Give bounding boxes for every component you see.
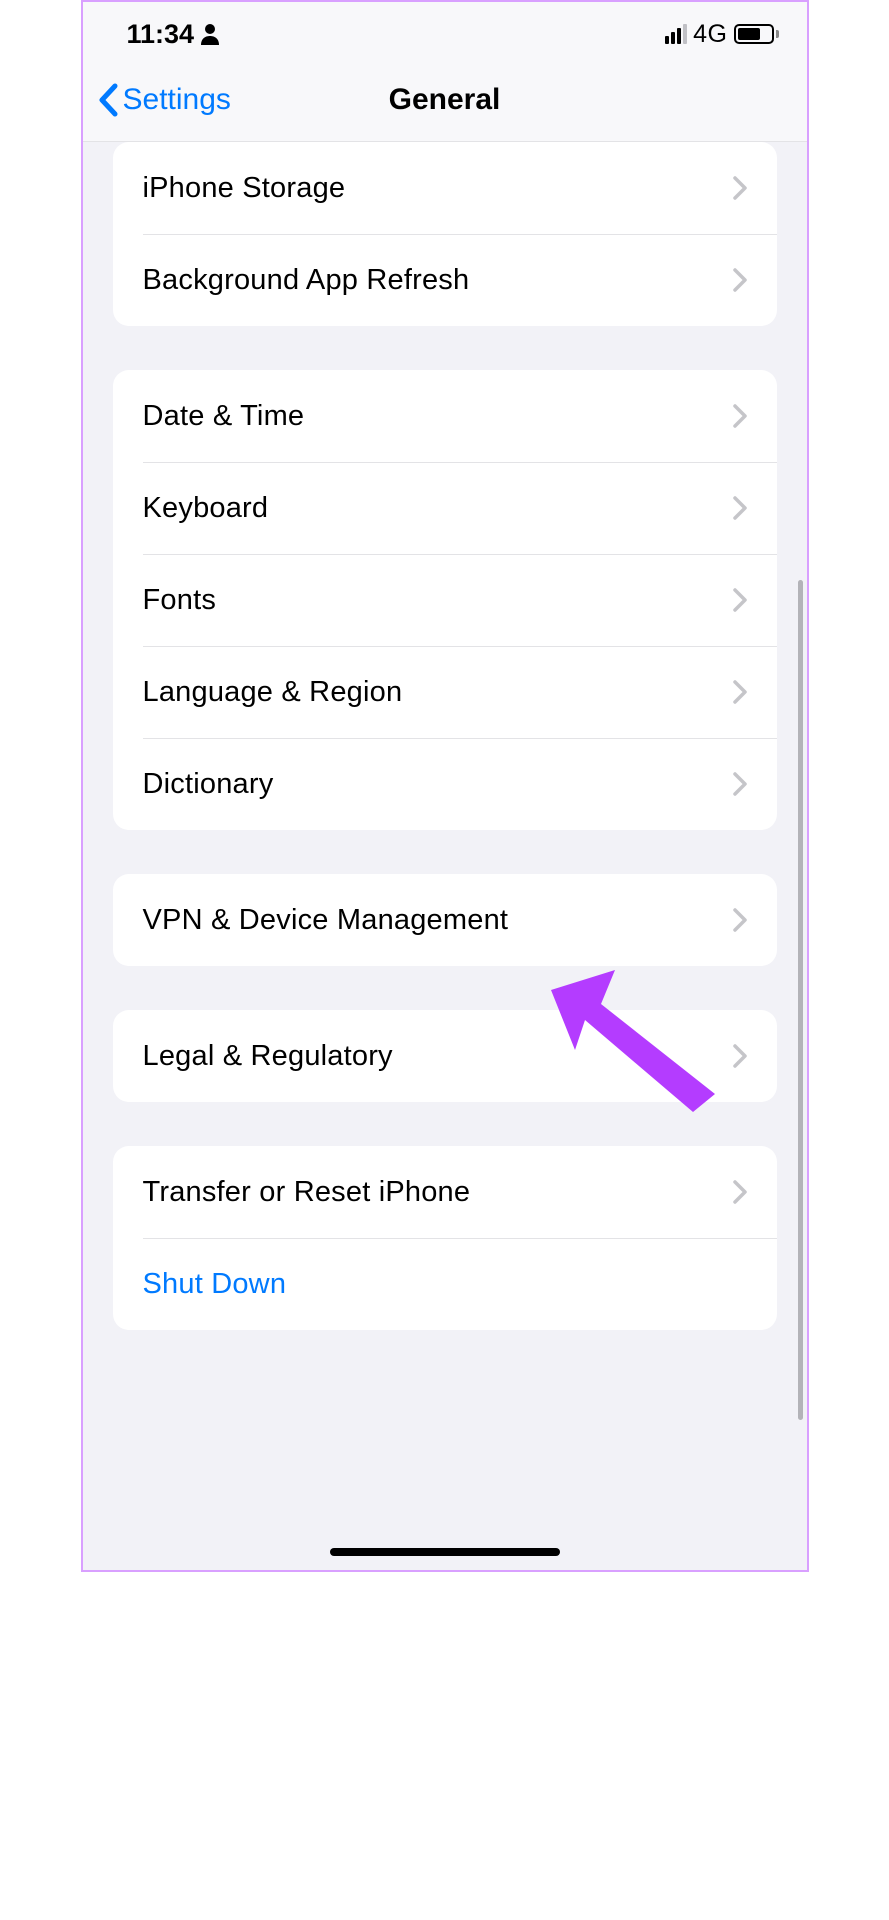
status-bar: 11:34 4G	[83, 2, 807, 58]
row-date-time[interactable]: Date & Time	[113, 370, 777, 462]
chevron-left-icon	[97, 83, 119, 117]
row-label: Dictionary	[143, 768, 274, 801]
row-label: iPhone Storage	[143, 172, 346, 205]
row-label: Background App Refresh	[143, 264, 470, 297]
chevron-right-icon	[733, 496, 747, 520]
settings-group: VPN & Device Management	[113, 874, 777, 966]
row-label: Keyboard	[143, 492, 269, 525]
nav-bar: Settings General	[83, 58, 807, 142]
row-dictionary[interactable]: Dictionary	[113, 738, 777, 830]
row-label: Date & Time	[143, 400, 305, 433]
status-time: 11:34	[127, 19, 195, 50]
back-label: Settings	[123, 83, 231, 117]
page-title: General	[389, 83, 501, 117]
row-iphone-storage[interactable]: iPhone Storage	[113, 142, 777, 234]
chevron-right-icon	[733, 1180, 747, 1204]
row-label: Language & Region	[143, 676, 403, 709]
row-label: Shut Down	[143, 1268, 287, 1301]
row-language-region[interactable]: Language & Region	[113, 646, 777, 738]
row-fonts[interactable]: Fonts	[113, 554, 777, 646]
chevron-right-icon	[733, 908, 747, 932]
chevron-right-icon	[733, 680, 747, 704]
status-left: 11:34	[127, 19, 221, 50]
device-frame: 11:34 4G	[81, 0, 809, 1572]
battery-icon	[734, 24, 779, 44]
row-transfer-reset-iphone[interactable]: Transfer or Reset iPhone	[113, 1146, 777, 1238]
settings-group: Date & Time Keyboard Fonts Language & Regio…	[113, 370, 777, 830]
chevron-right-icon	[733, 1044, 747, 1068]
settings-group: Transfer or Reset iPhone Shut Down	[113, 1146, 777, 1330]
chevron-right-icon	[733, 772, 747, 796]
settings-content: iPhone Storage Background App Refresh Date…	[83, 142, 807, 1330]
settings-group: iPhone Storage Background App Refresh	[113, 142, 777, 326]
row-keyboard[interactable]: Keyboard	[113, 462, 777, 554]
row-shut-down[interactable]: Shut Down	[113, 1238, 777, 1330]
home-indicator[interactable]	[330, 1548, 560, 1556]
status-right: 4G	[665, 20, 778, 49]
row-label: VPN & Device Management	[143, 904, 509, 937]
row-label: Fonts	[143, 584, 217, 617]
chevron-right-icon	[733, 588, 747, 612]
cellular-signal-icon	[665, 24, 687, 44]
network-type: 4G	[693, 20, 727, 49]
scroll-indicator	[798, 580, 803, 1420]
chevron-right-icon	[733, 268, 747, 292]
row-background-app-refresh[interactable]: Background App Refresh	[113, 234, 777, 326]
row-vpn-device-management[interactable]: VPN & Device Management	[113, 874, 777, 966]
row-label: Transfer or Reset iPhone	[143, 1176, 471, 1209]
settings-group: Legal & Regulatory	[113, 1010, 777, 1102]
row-label: Legal & Regulatory	[143, 1040, 393, 1073]
row-legal-regulatory[interactable]: Legal & Regulatory	[113, 1010, 777, 1102]
back-button[interactable]: Settings	[97, 83, 231, 117]
person-icon	[200, 23, 220, 45]
chevron-right-icon	[733, 404, 747, 428]
chevron-right-icon	[733, 176, 747, 200]
